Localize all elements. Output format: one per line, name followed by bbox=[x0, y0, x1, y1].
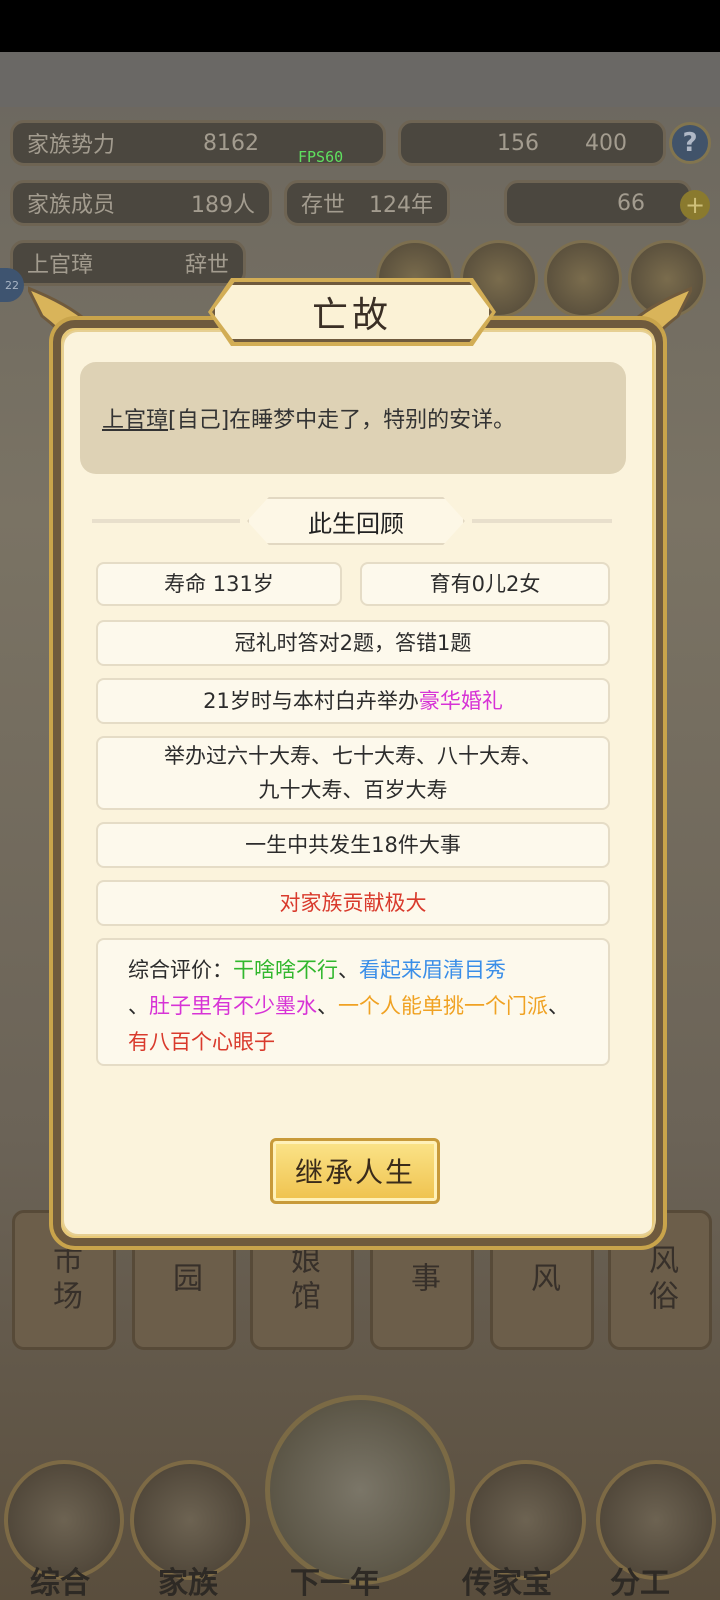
section-divider-left bbox=[92, 519, 240, 523]
capping-text: 冠礼时答对2题，答错1题 bbox=[234, 631, 472, 655]
person-status: 辞世 bbox=[184, 253, 229, 278]
existence-value: 124年 bbox=[369, 193, 433, 218]
section-title-text: 此生回顾 bbox=[308, 509, 404, 538]
nav-next-year-icon[interactable] bbox=[265, 1395, 455, 1585]
evaluation-text: 综合评价：干啥啥不行、看起来眉清目秀 、肚子里有不少墨水、一个人能单挑一个门派、有… bbox=[128, 952, 578, 1060]
nav-general-label[interactable]: 综合 bbox=[30, 1558, 90, 1600]
resource-value-2: 400 bbox=[585, 130, 627, 156]
status-bar bbox=[0, 0, 720, 52]
birthdays-card: 举办过六十大寿、七十大寿、八十大寿、 九十大寿、百岁大寿 bbox=[96, 736, 610, 810]
inherit-life-button[interactable]: 继承人生 bbox=[270, 1138, 440, 1204]
death-message: 上官璋 [自己]在睡梦中走了，特别的安详。 bbox=[80, 362, 626, 474]
children-card: 育有0儿2女 bbox=[360, 562, 610, 606]
evaluation-sep-4: 、 bbox=[548, 994, 569, 1018]
evaluation-sep-1: 、 bbox=[338, 958, 359, 982]
birthdays-line-2: 九十大寿、百岁大寿 bbox=[258, 778, 448, 802]
section-title: 此生回顾 bbox=[247, 497, 465, 545]
nav-family-label[interactable]: 家族 bbox=[158, 1558, 218, 1600]
nav-next-year-label[interactable]: 下一年 bbox=[290, 1558, 380, 1600]
lifespan-card: 寿命 131岁 bbox=[96, 562, 342, 606]
family-power-label: 家族势力 bbox=[27, 133, 116, 158]
evaluation-label: 综合评价： bbox=[128, 958, 233, 982]
contribution-card: 对家族贡献极大 bbox=[96, 880, 610, 926]
gold-value: 66 bbox=[617, 190, 645, 216]
evaluation-sep-2: 、 bbox=[128, 994, 149, 1018]
events-text: 一生中共发生18件大事 bbox=[245, 833, 461, 857]
capping-card: 冠礼时答对2题，答错1题 bbox=[96, 620, 610, 666]
resource-pill: 156 400 bbox=[398, 120, 666, 166]
fps-counter: FPS60 bbox=[298, 148, 344, 166]
evaluation-trait-2: 看起来眉清目秀 bbox=[359, 958, 506, 982]
nav-division-label[interactable]: 分工 bbox=[610, 1558, 670, 1600]
help-button[interactable]: ? bbox=[669, 122, 711, 164]
members-pill: 家族成员 189人 bbox=[10, 180, 272, 226]
members-label: 家族成员 bbox=[27, 193, 116, 218]
lifespan-text: 寿命 131岁 bbox=[164, 572, 274, 596]
death-message-text: [自己]在睡梦中走了，特别的安详。 bbox=[168, 408, 516, 433]
title-plate: 亡故 bbox=[212, 282, 492, 342]
wedding-highlight: 豪华婚礼 bbox=[418, 689, 503, 713]
resource-value: 156 bbox=[497, 130, 539, 156]
inherit-life-label: 继承人生 bbox=[294, 1156, 415, 1189]
person-pill: 上官璋 辞世 bbox=[10, 240, 246, 286]
wedding-prefix: 21岁时与本村白卉举办 bbox=[203, 689, 419, 713]
evaluation-trait-3: 肚子里有不少墨水 bbox=[149, 994, 317, 1018]
deceased-name[interactable]: 上官璋 bbox=[102, 402, 168, 434]
nav-heirloom-label[interactable]: 传家宝 bbox=[462, 1558, 552, 1600]
section-divider-right bbox=[472, 519, 612, 523]
birthdays-line-1: 举办过六十大寿、七十大寿、八十大寿、 bbox=[164, 744, 542, 768]
wedding-text: 21岁时与本村白卉举办豪华婚礼 bbox=[203, 684, 503, 718]
gold-pill: 66 bbox=[504, 180, 692, 226]
events-card: 一生中共发生18件大事 bbox=[96, 822, 610, 868]
existence-label: 存世 bbox=[301, 193, 346, 218]
dialog-title: 亡故 bbox=[311, 295, 392, 336]
family-power-value: 8162 bbox=[203, 130, 259, 156]
wedding-card: 21岁时与本村白卉举办豪华婚礼 bbox=[96, 678, 610, 724]
evaluation-card: 综合评价：干啥啥不行、看起来眉清目秀 、肚子里有不少墨水、一个人能单挑一个门派、有… bbox=[96, 938, 610, 1066]
evaluation-trait-5: 有八百个心眼子 bbox=[128, 1030, 275, 1054]
top-bar bbox=[0, 52, 720, 107]
person-name: 上官璋 bbox=[27, 253, 94, 278]
children-text: 育有0儿2女 bbox=[429, 572, 541, 596]
existence-pill: 存世 124年 bbox=[284, 180, 450, 226]
add-gold-button[interactable]: + bbox=[680, 190, 710, 220]
members-value: 189人 bbox=[191, 193, 255, 218]
evaluation-trait-1: 干啥啥不行 bbox=[233, 958, 338, 982]
evaluation-trait-4: 一个人能单挑一个门派 bbox=[338, 994, 548, 1018]
evaluation-sep-3: 、 bbox=[317, 994, 338, 1018]
contribution-text: 对家族贡献极大 bbox=[279, 891, 427, 915]
